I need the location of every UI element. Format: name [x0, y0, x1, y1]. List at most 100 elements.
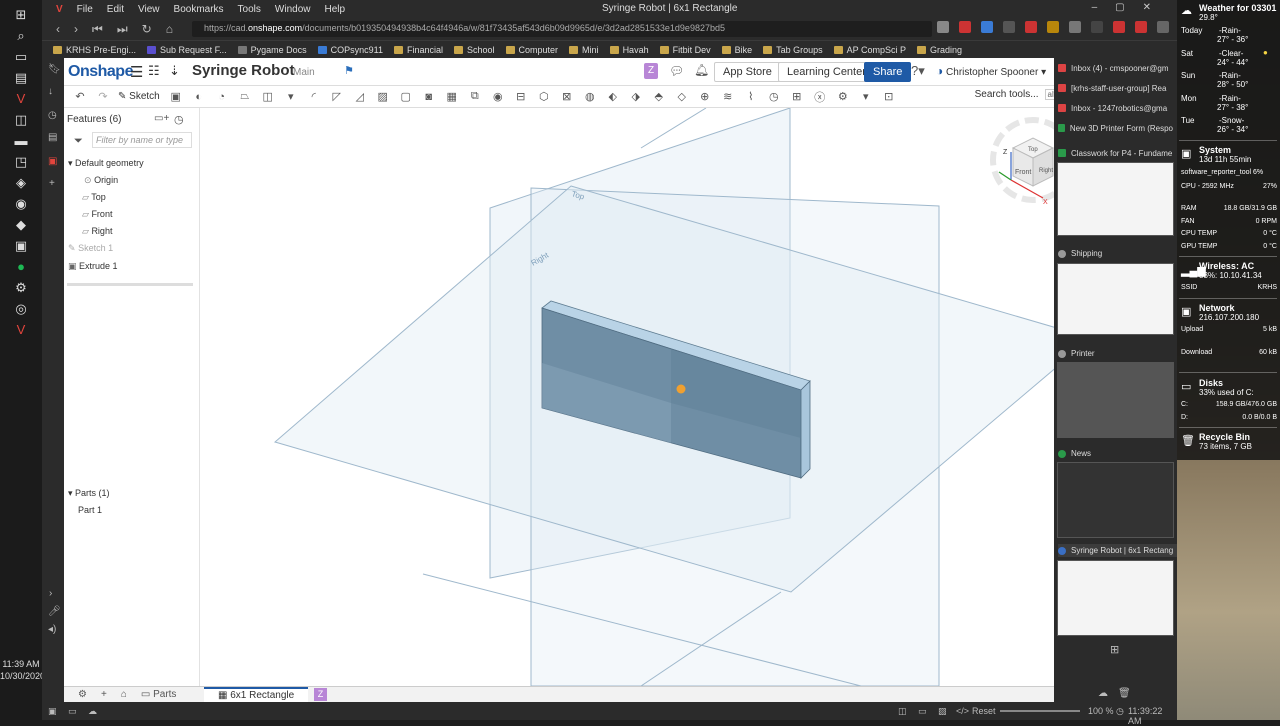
tab-thumbnail[interactable] — [1057, 462, 1174, 538]
learning-center-button[interactable]: Learning Center — [778, 62, 875, 82]
image-icon[interactable]: ▨ — [938, 706, 947, 717]
bookmark-item[interactable]: COPsync911 — [317, 45, 383, 55]
plane-icon[interactable]: ◇ — [675, 90, 689, 103]
tab-item[interactable]: New 3D Printer Form (Respo — [1054, 118, 1177, 138]
tab-item[interactable]: [krhs-staff-user-group] Rea — [1054, 78, 1177, 98]
hole-icon[interactable]: ◙ — [422, 90, 436, 103]
recycle-bin-icon[interactable]: 🗑︎ — [1181, 434, 1195, 447]
search-icon[interactable]: ⌕ — [7, 25, 35, 46]
parts-tab[interactable]: ▭ Parts — [141, 689, 177, 700]
extension-icon[interactable] — [1113, 21, 1125, 33]
move-face-icon[interactable]: ⬖ — [606, 90, 620, 103]
menu-help[interactable]: Help — [324, 4, 345, 15]
graphics-viewport[interactable]: Top Right Top Front Right Z X ▾ — [201, 108, 1075, 686]
modify-fillet-icon[interactable]: ◍ — [583, 90, 597, 103]
tree-top-plane[interactable]: ▱ Top — [82, 192, 106, 203]
helix-icon[interactable]: ≋ — [721, 90, 735, 103]
filter-icon[interactable]: ⏷ — [74, 135, 83, 148]
bookmark-item[interactable]: KRHS Pre-Engi... — [53, 45, 136, 55]
extension-icon[interactable] — [1091, 21, 1103, 33]
tab-item[interactable]: Classwork for P4 - Fundame — [1054, 143, 1177, 163]
bookmarks-panel-icon[interactable]: 🔖︎ — [48, 64, 61, 75]
tree-extrude1[interactable]: ▣ Extrude 1 — [68, 261, 118, 272]
measure-icon[interactable]: ◷ — [767, 90, 781, 103]
document-home-icon[interactable]: ⌂ — [121, 689, 127, 700]
tab-item[interactable]: Inbox - 1247robotics@gma — [1054, 98, 1177, 118]
section-icon[interactable]: ⊞ — [790, 90, 804, 103]
thicken-icon[interactable]: ◫ — [261, 90, 275, 103]
extension-icon[interactable] — [959, 21, 971, 33]
panel-toggle-icon[interactable]: ▣ — [48, 706, 57, 717]
extension-icon[interactable] — [1157, 21, 1169, 33]
cloud-icon[interactable]: ☁ — [88, 706, 97, 717]
tree-default-geometry[interactable]: ▾ Default geometry — [68, 158, 144, 169]
insert-icon[interactable]: ⇣ — [169, 63, 180, 79]
tab-thumbnail[interactable] — [1057, 162, 1174, 236]
history-panel-icon[interactable]: ◷ — [48, 110, 57, 121]
curve-icon[interactable]: ⌇ — [744, 90, 758, 103]
settings-icon[interactable]: ⚙ — [7, 277, 35, 298]
offset-surface-icon[interactable]: ⬘ — [652, 90, 666, 103]
redo-icon[interactable]: ↷ — [96, 90, 110, 103]
help-icon[interactable]: ?▾ — [911, 63, 925, 79]
chrome-icon[interactable]: ◎ — [7, 298, 35, 319]
bookmark-folder[interactable]: Fitbit Dev — [659, 45, 711, 55]
sketch-button[interactable]: ✎ Sketch — [118, 91, 160, 102]
home-icon[interactable]: ⌂ — [166, 22, 173, 36]
bookmark-icon[interactable] — [937, 21, 949, 33]
back-icon[interactable]: ‹ — [56, 22, 60, 36]
list-settings-icon[interactable]: ☷ — [148, 63, 160, 79]
onshape-logo[interactable]: Onshape — [68, 63, 133, 81]
tab-group-header[interactable]: Printer — [1058, 349, 1095, 358]
sweep-icon[interactable]: ◔ — [215, 90, 229, 103]
shell-icon[interactable]: ▢ — [399, 90, 413, 103]
configure-icon[interactable]: ⚙ — [836, 90, 850, 103]
vivaldi-icon[interactable]: V — [7, 88, 35, 109]
spotify-icon[interactable]: ● — [7, 256, 35, 277]
notification-icon[interactable]: 🔔︎ — [694, 63, 709, 77]
tree-origin[interactable]: ⊙ Origin — [84, 175, 118, 186]
rewind-icon[interactable]: ⏮ — [92, 22, 103, 37]
expand-panel-icon[interactable]: › — [49, 588, 52, 599]
mate-connector-icon[interactable]: ⊕ — [698, 90, 712, 103]
dropdown-icon[interactable]: ▾ — [284, 90, 298, 103]
extension-icon[interactable] — [1003, 21, 1015, 33]
tab-group-header[interactable]: Shipping — [1058, 249, 1102, 258]
zoom-slider[interactable] — [1000, 710, 1080, 712]
tree-sketch1[interactable]: ✎ Sketch 1 — [68, 243, 113, 254]
menu-file[interactable]: File — [77, 4, 93, 15]
origin-point[interactable] — [676, 384, 686, 394]
transform-icon[interactable]: ⬡ — [537, 90, 551, 103]
boolean-icon[interactable]: ◉ — [491, 90, 505, 103]
more-tools-icon[interactable]: ▾ — [859, 90, 873, 103]
rollback-bar[interactable] — [67, 283, 193, 286]
menu-bookmarks[interactable]: Bookmarks — [174, 4, 224, 15]
windows-start-icon[interactable]: ⊞ — [7, 4, 35, 25]
bookmark-folder[interactable]: Financial — [393, 45, 443, 55]
fastforward-icon[interactable]: ⏭ — [117, 22, 128, 37]
add-panel-icon[interactable]: + — [49, 178, 55, 189]
add-custom-icon[interactable]: ⊡ — [882, 90, 896, 103]
code-icon[interactable]: </> — [956, 706, 969, 716]
bookmark-folder[interactable]: Tab Groups — [763, 45, 823, 55]
app-icon[interactable]: ◫ — [7, 109, 35, 130]
vivaldi-icon[interactable]: V — [7, 319, 35, 340]
volume-icon[interactable]: ◂) — [48, 624, 56, 635]
bookmark-folder[interactable]: Computer — [505, 45, 558, 55]
url-input[interactable]: https://cad.onshape.com/documents/b01935… — [192, 21, 932, 37]
z-badge-bottom[interactable]: Z — [314, 688, 327, 701]
extension-icon[interactable] — [981, 21, 993, 33]
mail-panel-icon[interactable]: ▣ — [48, 156, 57, 167]
branch-name[interactable]: Main — [293, 67, 315, 78]
zoom-level[interactable]: 100 % — [1088, 706, 1114, 716]
delete-part-icon[interactable]: ⊠ — [560, 90, 574, 103]
mirror-icon[interactable]: ⧉ — [468, 90, 482, 103]
app-icon[interactable]: ◈ — [7, 172, 35, 193]
variable-icon[interactable]: ⓧ — [813, 90, 827, 104]
bookmark-folder[interactable]: AP CompSci P — [833, 45, 906, 55]
taskbar-clock[interactable]: 11:39 AM 10/30/2020 — [0, 658, 45, 682]
bookmark-item[interactable]: Pygame Docs — [237, 45, 307, 55]
tab-thumbnail[interactable] — [1057, 263, 1174, 335]
tab-item[interactable]: Inbox (4) - cmspooner@gm — [1054, 58, 1177, 78]
tab-manager-icon[interactable]: ⚙ — [78, 689, 87, 700]
